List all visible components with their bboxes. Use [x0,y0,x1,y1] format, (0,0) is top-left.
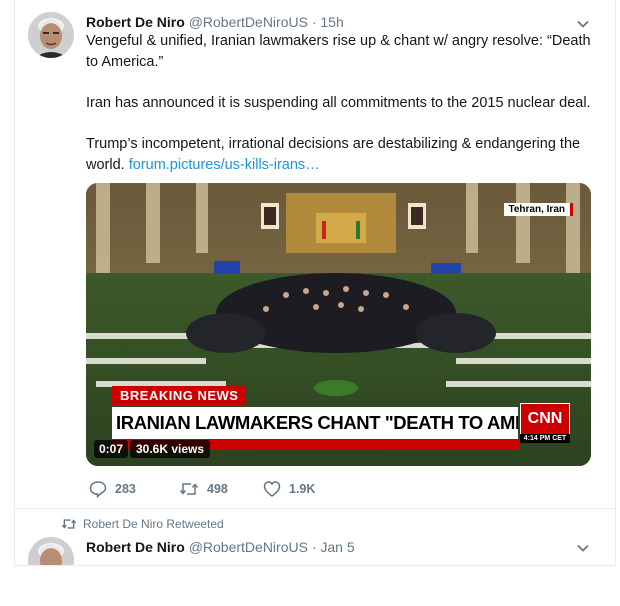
tweet-paragraph: Vengeful & unified, Iranian lawmakers ri… [86,33,591,70]
view-count-text: 30.6K views [136,442,205,456]
author-name[interactable]: Robert De Niro [86,14,185,30]
tweet-paragraph: Trump’s incompetent, irrational decision… [86,134,596,176]
tweet-divider [15,508,615,509]
cnn-logo: CNN [520,403,570,435]
like-count: 1.9K [289,482,316,496]
retweet-context: Robert De Niro Retweeted [61,517,224,531]
heart-icon [263,481,281,497]
location-tag-text: Tehran, Iran [508,204,566,215]
tweet-link[interactable]: forum.pictures/us-kills-irans… [129,157,320,173]
broadcast-time-text: 4:14 PM CET [523,435,567,442]
timeline-panel: Robert De Niro @RobertDeNiroUS · 15h Ven… [14,0,616,566]
author-handle[interactable]: @RobertDeNiroUS [189,14,308,30]
chevron-down-icon[interactable] [575,16,591,32]
video-timestamp-text: 0:07 [99,442,124,456]
retweet-context-label[interactable]: Robert De Niro Retweeted [83,517,224,531]
breaking-news-text: BREAKING NEWS [120,388,239,403]
tweet-text: Vengeful & unified, Iranian lawmakers ri… [86,31,596,176]
headline-bar: IRANIAN LAWMAKERS CHANT "DEATH TO AMERIC… [112,407,518,439]
video-player[interactable]: Tehran, Iran BREAKING NEWS IRANIAN LAWMA… [86,183,591,466]
reply-button[interactable]: 283 [89,480,136,498]
avatar-portrait [28,12,74,58]
author-name[interactable]: Robert De Niro [86,539,185,555]
author-handle[interactable]: @RobertDeNiroUS [189,539,308,555]
tweet-header: Robert De Niro @RobertDeNiroUS · Jan 5 [86,538,355,556]
timestamp[interactable]: Jan 5 [320,539,354,555]
timestamp[interactable]: 15h [320,14,343,30]
breaking-news-label: BREAKING NEWS [112,386,247,405]
retweet-count: 498 [207,482,228,496]
tweet-paragraph: Iran has announced it is suspending all … [86,95,591,111]
separator: · [311,14,317,30]
broadcast-time: 4:14 PM CET [520,434,570,443]
avatar-portrait [28,537,74,565]
avatar[interactable] [28,12,74,58]
retweet-button[interactable]: 498 [179,480,228,498]
view-count: 30.6K views [130,440,211,458]
chevron-down-icon[interactable] [575,540,591,556]
location-tag: Tehran, Iran [503,203,573,216]
like-button[interactable]: 1.9K [263,480,315,498]
retweet-icon [179,483,199,495]
separator: · [311,539,317,555]
avatar[interactable] [28,537,74,565]
video-timestamp: 0:07 [94,440,129,458]
retweet-icon [61,519,77,529]
headline-text: IRANIAN LAWMAKERS CHANT "DEATH TO AMERIC… [116,412,518,433]
tweet-header: Robert De Niro @RobertDeNiroUS · 15h [86,13,344,31]
reply-icon [89,481,107,498]
reply-count: 283 [115,482,136,496]
cnn-logo-text: CNN [527,410,563,427]
